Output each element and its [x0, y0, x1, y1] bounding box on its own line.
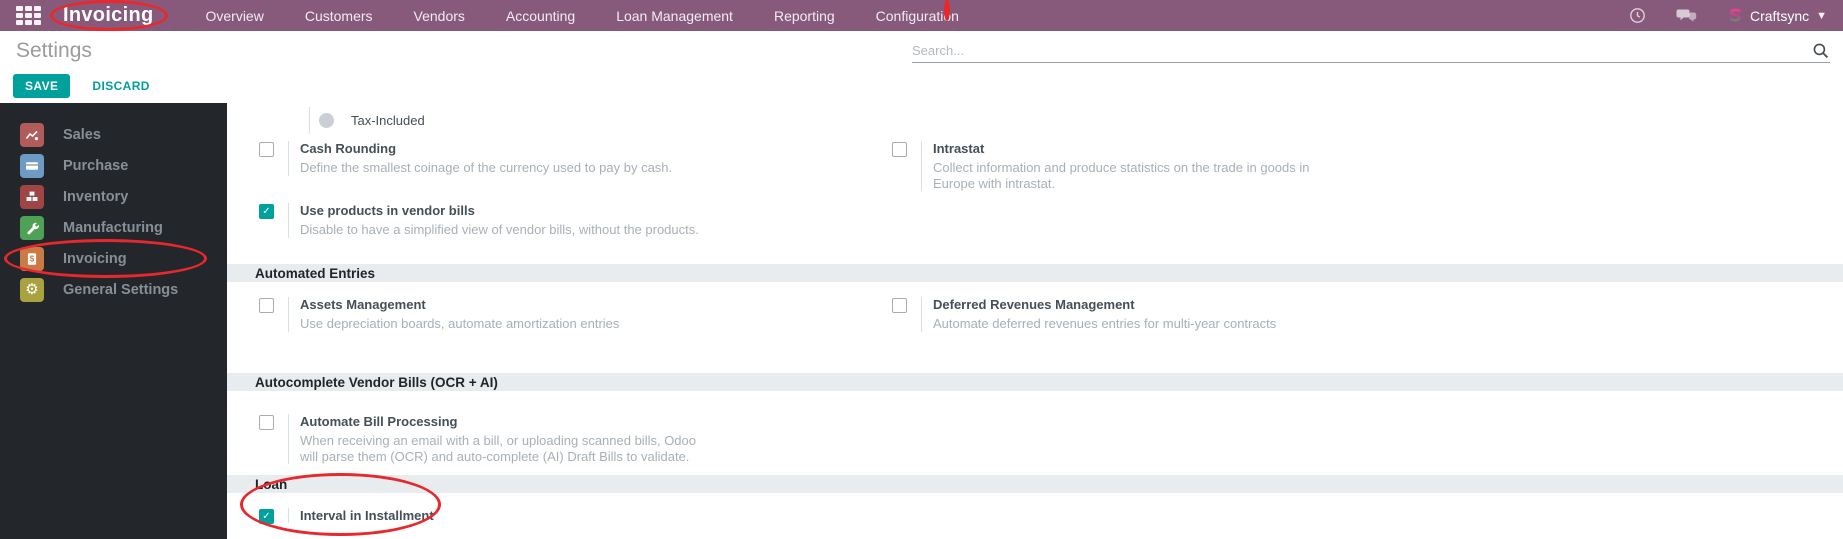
user-name: Craftsync: [1749, 7, 1810, 24]
setting-title: Deferred Revenues Management: [933, 297, 1135, 312]
chevron-down-icon: ▼: [1816, 9, 1827, 22]
section-header-automated-entries: Automated Entries: [227, 264, 1843, 282]
tax-included-option: Tax-Included: [309, 107, 425, 134]
nav-right-tools: Craftsync ▼: [1629, 7, 1827, 24]
deferred-revenues-checkbox[interactable]: [892, 298, 907, 313]
tax-included-radio[interactable]: [319, 113, 334, 128]
general-settings-gear-icon: ⚙: [20, 277, 44, 302]
form-actions: SAVE DISCARD: [13, 74, 150, 98]
setting-title: Intrastat: [933, 141, 985, 156]
manufacturing-wrench-icon: [20, 215, 44, 240]
main-menu: Overview Customers Vendors Accounting Lo…: [205, 0, 965, 24]
sidebar-item-manufacturing[interactable]: Manufacturing: [0, 212, 227, 243]
sidebar-item-label: Inventory: [63, 188, 129, 205]
setting-help: When receiving an email with a bill, or …: [300, 433, 696, 464]
setting-text: Intrastat Collect information and produc…: [921, 141, 1310, 191]
menu-item-customers[interactable]: Customers: [305, 8, 373, 24]
menu-item-reporting[interactable]: Reporting: [774, 8, 835, 24]
menu-item-overview[interactable]: Overview: [205, 8, 263, 24]
menu-item-configuration-label: Configuration: [875, 7, 959, 24]
setting-help: Define the smallest coinage of the curre…: [300, 160, 673, 175]
search-box: [912, 39, 1830, 63]
assets-management-checkbox[interactable]: [259, 298, 274, 313]
messages-chat-icon[interactable]: [1676, 8, 1697, 24]
company-logo-icon: [1729, 8, 1741, 21]
setting-text: Assets Management Use depreciation board…: [288, 297, 619, 332]
setting-help: Automate deferred revenues entries for m…: [933, 316, 1277, 331]
inventory-boxes-icon: [20, 184, 44, 209]
setting-text: Deferred Revenues Management Automate de…: [921, 297, 1276, 332]
setting-automate-bill-processing: Automate Bill Processing When receiving …: [259, 414, 696, 464]
section-header-loan: Loan: [227, 475, 1843, 493]
tax-included-label: Tax-Included: [351, 113, 425, 128]
sidebar-item-general-settings[interactable]: ⚙ General Settings: [0, 274, 227, 305]
use-products-checkbox[interactable]: [259, 204, 274, 219]
setting-cash-rounding: Cash Rounding Define the smallest coinag…: [259, 141, 672, 176]
menu-item-loan-management[interactable]: Loan Management: [616, 8, 733, 24]
settings-panel: Tax-Included Cash Rounding Define the sm…: [227, 103, 1843, 539]
sidebar-item-label: General Settings: [63, 281, 179, 298]
setting-text: Use products in vendor bills Disable to …: [288, 203, 699, 238]
setting-help: Use depreciation boards, automate amorti…: [300, 316, 620, 331]
interval-in-installment-checkbox[interactable]: [259, 509, 274, 524]
sidebar-item-label: Sales: [63, 126, 101, 143]
setting-use-products-in-vendor-bills: Use products in vendor bills Disable to …: [259, 203, 699, 238]
setting-title: Cash Rounding: [300, 141, 397, 156]
sidebar-item-label: Purchase: [63, 157, 129, 174]
svg-text:$: $: [30, 254, 35, 263]
menu-item-accounting[interactable]: Accounting: [506, 8, 575, 24]
setting-title: Automate Bill Processing: [300, 414, 458, 429]
save-button[interactable]: SAVE: [13, 74, 71, 98]
setting-help: Collect information and produce statisti…: [933, 160, 1310, 191]
search-icon[interactable]: [1812, 42, 1830, 60]
settings-body: Sales Purchase Inventory Manufacturing $…: [0, 103, 1843, 539]
sidebar-item-label: Invoicing: [63, 250, 127, 267]
app-brand[interactable]: Invoicing: [50, 0, 169, 31]
sales-chart-icon: [20, 122, 44, 147]
sidebar-item-label: Manufacturing: [63, 219, 163, 236]
setting-help: Disable to have a simplified view of ven…: [300, 222, 699, 237]
purchase-card-icon: [20, 153, 44, 178]
setting-interval-in-installment: Interval in Installment: [259, 508, 434, 524]
section-header-autocomplete-vendor-bills: Autocomplete Vendor Bills (OCR + AI): [227, 373, 1843, 391]
setting-title: Interval in Installment: [300, 508, 434, 523]
setting-title: Assets Management: [300, 297, 426, 312]
app-brand-label: Invoicing: [63, 4, 154, 26]
setting-text: Interval in Installment: [288, 508, 434, 523]
setting-deferred-revenues-management: Deferred Revenues Management Automate de…: [892, 297, 1276, 332]
sidebar-item-purchase[interactable]: Purchase: [0, 150, 227, 181]
activities-clock-icon[interactable]: [1629, 7, 1646, 24]
discard-button[interactable]: DISCARD: [92, 79, 149, 93]
top-nav-bar: Invoicing Overview Customers Vendors Acc…: [0, 0, 1843, 31]
invoicing-bill-icon: $: [20, 246, 44, 271]
apps-menu-icon[interactable]: [16, 6, 41, 25]
cash-rounding-checkbox[interactable]: [259, 142, 274, 157]
setting-text: Cash Rounding Define the smallest coinag…: [288, 141, 672, 176]
sidebar-item-invoicing[interactable]: $ Invoicing: [0, 239, 227, 278]
intrastat-checkbox[interactable]: [892, 142, 907, 157]
menu-item-configuration[interactable]: Configuration: [875, 0, 965, 24]
control-panel: Settings SAVE DISCARD: [0, 31, 1843, 103]
page-title: Settings: [16, 39, 92, 62]
sidebar-item-inventory[interactable]: Inventory: [0, 181, 227, 212]
automate-bill-processing-checkbox[interactable]: [259, 415, 274, 430]
setting-intrastat: Intrastat Collect information and produc…: [892, 141, 1310, 191]
user-menu[interactable]: Craftsync ▼: [1727, 8, 1827, 24]
menu-item-vendors[interactable]: Vendors: [414, 8, 465, 24]
setting-assets-management: Assets Management Use depreciation board…: [259, 297, 619, 332]
settings-sidebar: Sales Purchase Inventory Manufacturing $…: [0, 103, 227, 539]
setting-title: Use products in vendor bills: [300, 203, 475, 218]
sidebar-item-sales[interactable]: Sales: [0, 119, 227, 150]
search-input[interactable]: [912, 43, 1812, 58]
setting-text: Automate Bill Processing When receiving …: [288, 414, 696, 464]
